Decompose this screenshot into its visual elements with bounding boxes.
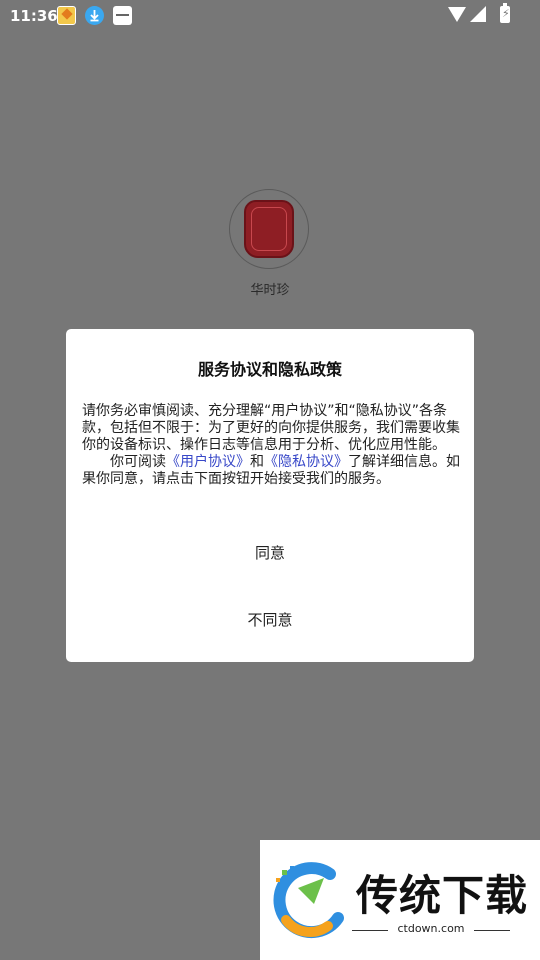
watermark-url: ctdown.com [352,922,510,935]
app-notification-icon [57,6,76,25]
terms-paragraph: 请你务必审慎阅读、充分理解“用户协议”和“隐私协议”各条款，包括但不限于：为了更… [82,403,460,453]
terms-paragraph-2: 你可阅读《用户协议》和《隐私协议》了解详细信息。如果你同意，请点击下面按钮开始接… [82,454,460,488]
watermark: 传统下载 ctdown.com [260,840,540,960]
paragraph-and: 和 [250,454,264,470]
app-name: 华时珍 [250,283,290,298]
battery-icon: ⚡ [500,3,510,23]
brand-logo-icon [273,862,344,939]
status-bar: 11:36 ⚡ [0,0,540,32]
app-notification-icon [113,6,132,25]
wifi-icon [448,7,466,22]
signal-icon [470,6,486,22]
battery-charging-icon: ⚡ [502,7,510,20]
privacy-dialog: 服务协议和隐私政策 请你务必审慎阅读、充分理解“用户协议”和“隐私协议”各条款，… [66,329,474,662]
watermark-brand: 传统下载 [356,871,529,920]
download-icon [85,6,104,25]
seal-icon [244,200,294,258]
paragraph-prefix: 你可阅读 [110,454,166,470]
status-time: 11:36 [10,7,58,25]
dialog-body: 请你务必审慎阅读、充分理解“用户协议”和“隐私协议”各条款，包括但不限于：为了更… [82,403,460,488]
agree-button[interactable]: 同意 [66,542,474,563]
disagree-button[interactable]: 不同意 [66,609,474,630]
app-logo [229,189,309,269]
user-agreement-link[interactable]: 《用户协议》 [166,454,250,470]
dialog-title: 服务协议和隐私政策 [197,360,342,379]
privacy-policy-link[interactable]: 《隐私协议》 [264,454,348,470]
